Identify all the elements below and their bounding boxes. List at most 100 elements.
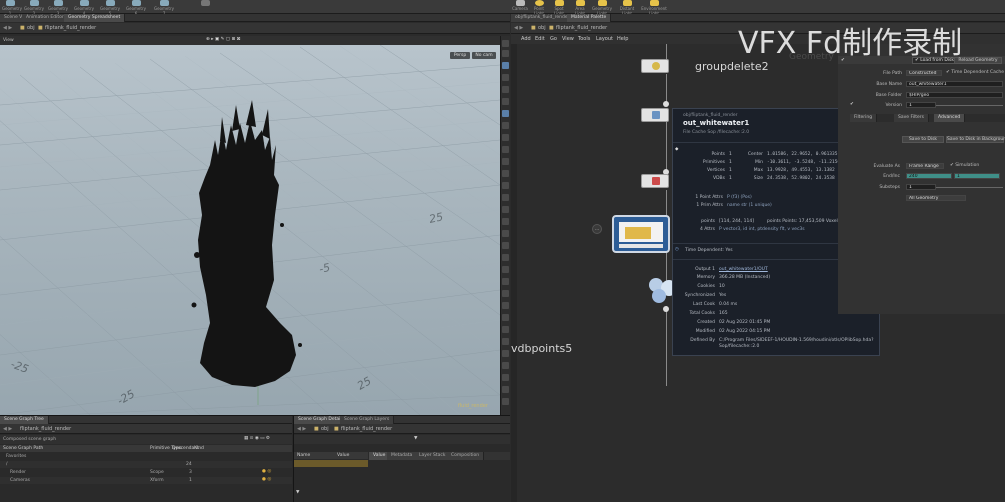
back-icon[interactable]: ◀ ▶ [514,25,523,31]
version-field[interactable]: 1 [906,102,936,108]
ocio-icon[interactable] [502,398,509,405]
base-folder-field[interactable]: $HIP/geo [906,92,1003,98]
template-icon[interactable] [502,194,509,201]
display-options-icon[interactable] [502,40,509,47]
output-link[interactable]: out_whitewater1/OUT [719,267,768,272]
camera-icon[interactable] [502,122,509,129]
path-node[interactable]: fliptank_fluid_render [45,25,96,31]
tab-material-palette[interactable]: Material Palette [567,14,612,22]
ghost-icon[interactable] [502,134,509,141]
flipbook-icon[interactable] [502,206,509,213]
path-context[interactable]: obj [538,25,546,31]
scene-viewport[interactable]: -5 -25 -25 25 25 Persp No cam fluid_rend… [0,45,500,415]
lut-icon[interactable] [502,386,509,393]
file-path-mode[interactable]: Constructed [906,70,942,76]
file-cache-node[interactable] [611,214,675,256]
environment-light-tool[interactable]: Environment Light [641,0,667,16]
background-icon[interactable] [502,146,509,153]
path-node[interactable]: fliptank_fluid_render [341,426,392,432]
tab-geometry-spreadsheet[interactable]: Geometry Spreadsheet [64,14,126,22]
path-node[interactable]: fliptank_fluid_render [556,25,607,31]
table-row[interactable]: Cameras Xform 1 ● ◎ [0,477,292,484]
shelf-tool[interactable] [200,0,210,14]
col-kind[interactable]: Kind [194,446,204,451]
tab-metadata[interactable]: Metadata [387,452,418,460]
col-name[interactable]: Name [297,453,310,458]
end-frame-field[interactable]: 240 [906,173,952,179]
node-upstream[interactable] [641,174,669,188]
guides-icon[interactable] [502,254,509,261]
menu-layout[interactable]: Layout [596,36,613,42]
menu-go[interactable]: Go [550,36,557,42]
snap-icon[interactable] [502,158,509,165]
col-path[interactable]: Scene Graph Path [3,446,43,451]
spot-light-tool[interactable]: Spot Light [550,0,568,16]
visualize-icon[interactable] [502,170,509,177]
table-row[interactable]: Favorites [0,453,292,460]
tab-animation-editor[interactable]: Animation Editor [22,14,69,22]
shelf-tool[interactable]: Geometry 2 [24,0,44,16]
shelf-tool[interactable]: Geometry 4 [74,0,94,16]
menu-view[interactable]: View [562,36,574,42]
shelf-tool[interactable]: Geometry 3 [48,0,68,16]
wireframe-icon[interactable] [502,86,509,93]
shading-icon[interactable] [502,62,509,69]
back-icon[interactable]: ◀ ▶ [297,426,306,432]
visibility-icon[interactable]: ● ◎ [262,477,271,482]
handles-icon[interactable] [502,266,509,273]
save-to-disk-background-button[interactable]: Save to Disk in Background [946,136,1005,143]
path-context[interactable]: obj [27,25,35,31]
evaluate-as-menu[interactable]: Frame Range [906,163,944,169]
transparency-icon[interactable] [502,338,509,345]
geometry-light-tool[interactable]: Geometry Light [592,0,612,16]
save-to-disk-button[interactable]: Save to Disk [902,136,944,143]
path-context[interactable]: obj [321,426,329,432]
tab-network[interactable]: obj/fliptank_fluid_render [511,14,575,22]
simulation-toggle[interactable]: ✔ Simulation [950,163,979,168]
tab-advanced[interactable]: Advanced [934,114,966,122]
normals-icon[interactable] [502,182,509,189]
area-light-tool[interactable]: Area Light [571,0,589,16]
time-dependent-toggle[interactable]: ✔ Time Dependent Cache [946,70,1004,75]
geometry-menu[interactable]: All Geometry [906,195,966,201]
persp-menu[interactable]: Persp [450,52,470,59]
menu-tools[interactable]: Tools [578,36,590,42]
shelf-tool[interactable]: Geometry 1 [2,0,22,16]
shelf-tool[interactable]: Geometry 5 [100,0,120,16]
tab-save-filters[interactable]: Save Filters [894,114,929,122]
ao-icon[interactable] [502,326,509,333]
menu-edit[interactable]: Edit [535,36,545,42]
camera-tool[interactable]: Camera [512,0,528,14]
visibility-icon[interactable]: ● ◎ [262,469,271,474]
scene-graph-tool-icons[interactable]: ▦ ⊙ ◉ ▭ ⚙ [244,436,270,441]
labels-icon[interactable] [502,278,509,285]
table-row[interactable]: / 24 [0,461,292,468]
dof-icon[interactable] [502,362,509,369]
tab-scene-graph-tree[interactable]: Scene Graph Tree [0,416,49,424]
table-row[interactable]: Render Scope 3 ● ◎ [0,469,292,476]
base-name-field[interactable]: out_whitewater1 [906,81,1003,87]
filter-icon[interactable]: ▼ [414,436,417,441]
hdr-icon[interactable] [502,374,509,381]
fog-icon[interactable] [502,350,509,357]
grid-icon[interactable] [502,98,509,105]
cable-badge[interactable]: ... [592,224,602,234]
tab-filtering[interactable]: Filtering [850,114,878,122]
safe-area-icon[interactable] [502,242,509,249]
shelf-tool[interactable]: Geometry 6 [126,0,146,16]
tab-composition[interactable]: Composition [447,452,485,460]
filter-icon[interactable]: ▼ [296,490,299,495]
points-icon[interactable] [502,74,509,81]
tab-layer-stack[interactable]: Layer Stack [415,452,451,460]
stats-icon[interactable] [502,290,509,297]
lighting-icon[interactable] [502,302,509,309]
menu-add[interactable]: Add [521,36,531,42]
substeps-field[interactable]: 1 [906,184,936,190]
checkbox-icon[interactable]: ✔ [850,102,854,107]
name-filter-field[interactable] [294,460,368,467]
lock-icon[interactable] [502,50,509,57]
shadow-icon[interactable] [502,314,509,321]
viewport-tools[interactable]: ⊕ ▸ ▣ ✎ ▢ ⊞ ⊠ [206,37,240,42]
point-light-tool[interactable]: Point Light [530,0,548,16]
stage-path[interactable]: fliptank_fluid_render [20,426,71,432]
